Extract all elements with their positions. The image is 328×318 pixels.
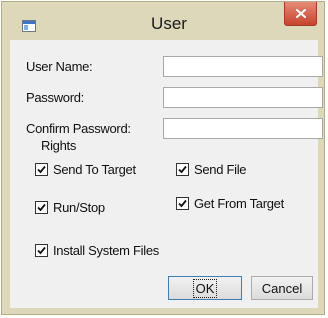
checkmark-icon [178,199,187,207]
run-stop-check[interactable] [35,200,48,214]
get-from-target-label: Get From Target [194,195,284,211]
confirm-password-label: Confirm Password: [26,121,131,136]
title-bar[interactable]: User [2,2,324,40]
send-to-target-checkbox[interactable]: Send To Target [35,160,136,178]
dialog-client-area: User Name: Password: Confirm Password: R… [10,40,323,308]
user-dialog: User User Name: Password: Confirm Passwo… [1,1,325,315]
get-from-target-checkbox[interactable]: Get From Target [176,194,284,212]
ok-button-label: OK [192,279,218,298]
install-system-files-checkbox[interactable]: Install System Files [35,241,159,259]
close-icon [296,9,306,18]
send-to-target-check[interactable] [35,162,48,176]
checkmark-icon [37,246,46,254]
confirm-password-field[interactable] [163,118,323,139]
password-label: Password: [26,90,84,105]
send-file-check[interactable] [176,162,189,176]
send-file-label: Send File [194,161,247,177]
password-field[interactable] [163,87,323,108]
cancel-button[interactable]: Cancel [251,276,313,300]
install-system-files-label: Install System Files [53,242,159,258]
send-file-checkbox[interactable]: Send File [176,160,247,178]
install-system-files-check[interactable] [35,243,48,257]
window-title: User [151,14,187,33]
rights-heading: Rights [41,138,77,153]
checkmark-icon [178,165,187,173]
get-from-target-check[interactable] [176,196,189,210]
user-name-label: User Name: [26,59,93,74]
checkmark-icon [37,203,46,211]
ok-button[interactable]: OK [168,276,242,300]
run-stop-checkbox[interactable]: Run/Stop [35,198,105,216]
checkmark-icon [37,165,46,173]
user-name-field[interactable] [163,56,323,77]
close-button[interactable] [284,2,317,26]
run-stop-label: Run/Stop [53,199,105,215]
send-to-target-label: Send To Target [53,161,136,177]
